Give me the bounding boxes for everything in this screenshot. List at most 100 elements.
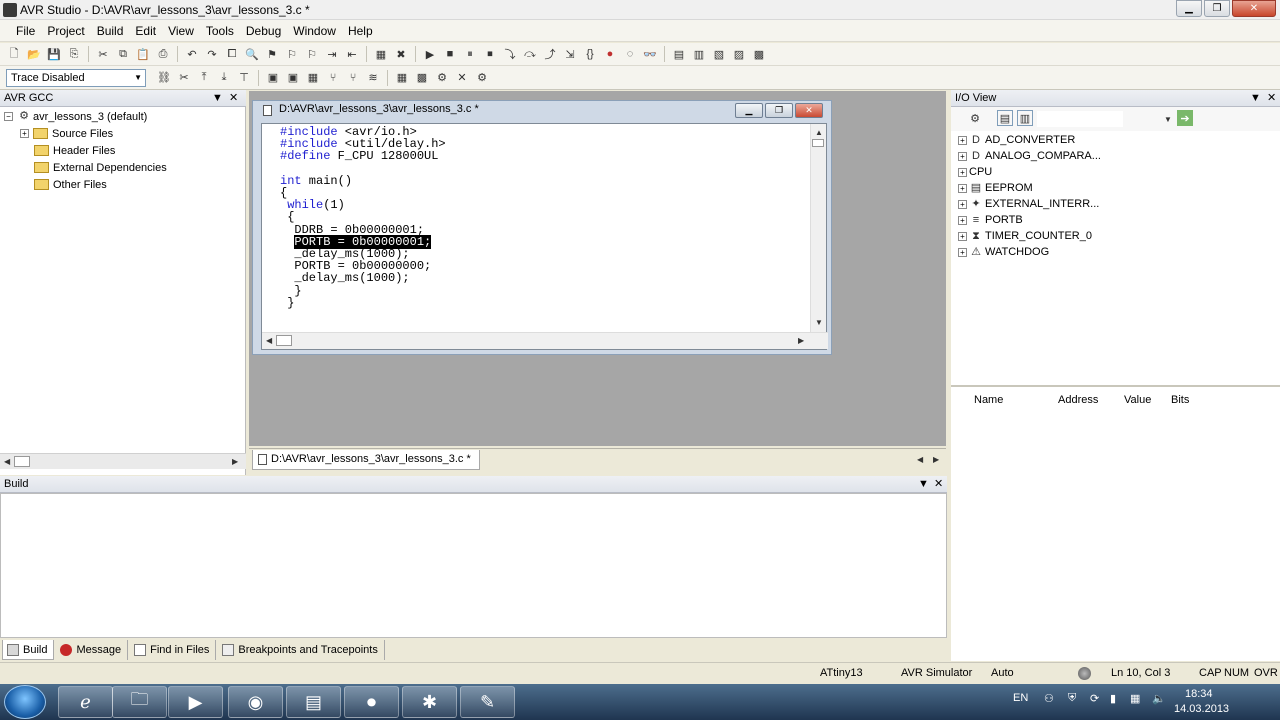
menu-file[interactable]: File (10, 24, 41, 38)
rebuild-icon[interactable]: ✖ (393, 46, 409, 62)
tab-build[interactable]: Build (2, 640, 55, 660)
chip3-icon[interactable]: ▦ (305, 70, 321, 86)
tree-item-external-dependencies[interactable]: External Dependencies (34, 159, 167, 176)
menu-edit[interactable]: Edit (129, 24, 162, 38)
col-value[interactable]: Value (1124, 387, 1151, 413)
new-file-icon[interactable]: 🗋 (6, 46, 22, 62)
io-item[interactable]: + ≡ PORTB (958, 212, 1023, 228)
chrome-taskbar-icon[interactable]: ◉ (228, 686, 283, 718)
connect-icon[interactable]: ⚙ (434, 70, 450, 86)
connection-icon[interactable]: ▦ (1130, 692, 1140, 705)
tree-view-icon[interactable]: ▤ (997, 110, 1013, 126)
expand-icon[interactable]: + (958, 183, 967, 193)
step-into-icon[interactable]: ⤵ (502, 46, 518, 62)
close-icon[interactable]: ✕ (229, 90, 238, 106)
collapse-icon[interactable]: − (4, 112, 13, 121)
paint-taskbar-icon[interactable]: ✎ (460, 686, 515, 718)
code-editor[interactable]: #include <avr/io.h> #include <util/delay.… (261, 123, 828, 350)
scroll-left-icon[interactable]: ◀ (4, 457, 10, 466)
tab-message[interactable]: Message (56, 640, 129, 660)
step-out-icon[interactable]: ⤴ (542, 46, 558, 62)
code-line[interactable]: } (280, 285, 446, 297)
expand-icon[interactable]: + (958, 135, 967, 145)
window-icon[interactable]: ⧠ (224, 46, 240, 62)
code-line[interactable]: #define F_CPU 128000UL (280, 150, 446, 162)
code-line[interactable]: int main() (280, 175, 446, 187)
trace-down-icon[interactable]: ⤓ (216, 70, 232, 86)
io-icon[interactable]: ▩ (751, 46, 767, 62)
breakpoint-icon[interactable]: ● (602, 46, 618, 62)
tab-scroll-right-icon[interactable]: ▶ (933, 455, 939, 464)
program2-icon[interactable]: ▩ (414, 70, 430, 86)
redo-icon[interactable]: ↷ (204, 46, 220, 62)
settings-icon[interactable]: ⚙ (474, 70, 490, 86)
trace-up-icon[interactable]: ⤒ (196, 70, 212, 86)
reset-icon[interactable]: ⏹ (482, 46, 498, 62)
chip-icon[interactable]: ▣ (265, 70, 281, 86)
scroll-left-icon[interactable]: ◀ (266, 336, 272, 345)
recorder-taskbar-icon[interactable]: ⏺ (344, 686, 399, 718)
menu-tools[interactable]: Tools (200, 24, 240, 38)
branch-icon[interactable]: ⑂ (325, 70, 341, 86)
expand-icon[interactable]: + (958, 247, 967, 257)
chip2-icon[interactable]: ▣ (285, 70, 301, 86)
io-item[interactable]: + ⚠ WATCHDOG (958, 244, 1049, 260)
undo-icon[interactable]: ↶ (184, 46, 200, 62)
memory-icon[interactable]: ▤ (671, 46, 687, 62)
run-to-cursor-icon[interactable]: ⇲ (562, 46, 578, 62)
bookmark-next-icon[interactable]: ⚐ (284, 46, 300, 62)
menu-debug[interactable]: Debug (240, 24, 287, 38)
project-hscroll[interactable]: ◀ ▶ (0, 453, 246, 469)
editor-hscroll[interactable]: ◀ ▶ (262, 332, 828, 349)
watch-icon[interactable]: ▧ (711, 46, 727, 62)
label-icon[interactable]: ≋ (365, 70, 381, 86)
print-icon[interactable]: ⎙ (155, 46, 171, 62)
tree-root[interactable]: − ⚙ avr_lessons_3 (default) (4, 108, 147, 125)
ie-taskbar-icon[interactable]: ℯ (58, 686, 113, 718)
scroll-right-icon[interactable]: ▶ (798, 336, 804, 345)
code-line[interactable]: DDRB = 0b00000001; (280, 224, 446, 236)
tab-breakpoints[interactable]: Breakpoints and Tracepoints (218, 640, 385, 660)
branch2-icon[interactable]: ⑂ (345, 70, 361, 86)
scroll-down-icon[interactable]: ▼ (815, 318, 823, 327)
save-icon[interactable]: 💾 (46, 46, 62, 62)
clear-breakpoints-icon[interactable]: ◌ (622, 46, 638, 62)
chevron-down-icon[interactable]: ▼ (212, 90, 223, 106)
media-taskbar-icon[interactable]: ▶ (168, 686, 223, 718)
tree-item-header-files[interactable]: Header Files (34, 142, 115, 159)
io-item[interactable]: + D ANALOG_COMPARA... (958, 148, 1101, 164)
tab-find-in-files[interactable]: Find in Files (130, 640, 217, 660)
expand-icon[interactable]: + (958, 199, 967, 209)
expand-icon[interactable]: + (958, 167, 967, 177)
clock-time[interactable]: 18:34 (1185, 688, 1213, 700)
code-line[interactable]: _delay_ms(1000); (280, 272, 446, 284)
bookmark-prev-icon[interactable]: ⚐ (304, 46, 320, 62)
menu-help[interactable]: Help (342, 24, 379, 38)
col-bits[interactable]: Bits (1171, 387, 1189, 413)
cut-icon[interactable]: ✂ (95, 46, 111, 62)
network-icon[interactable]: ⚇ (1044, 692, 1054, 705)
trace-icon[interactable]: ⛓ (156, 70, 172, 86)
open-folder-icon[interactable]: 📂 (26, 46, 42, 62)
tree-item-other-files[interactable]: Other Files (34, 176, 107, 193)
scroll-thumb[interactable] (14, 456, 30, 467)
tab-avr-lessons-3[interactable]: D:\AVR\avr_lessons_3\avr_lessons_3.c * (252, 450, 480, 470)
code-text[interactable]: #include <avr/io.h> #include <util/delay.… (280, 126, 446, 309)
clock-date[interactable]: 14.03.2013 (1174, 703, 1229, 715)
battery-icon[interactable]: ▮ (1110, 692, 1116, 705)
minimize-button[interactable]: ▁ (1176, 0, 1202, 17)
security-icon[interactable]: ⛨ (1068, 692, 1076, 705)
expand-icon[interactable]: + (958, 151, 967, 161)
paste-icon[interactable]: 📋 (135, 46, 151, 62)
outdent-icon[interactable]: ⇤ (344, 46, 360, 62)
io-item[interactable]: + ✦ EXTERNAL_INTERR... (958, 196, 1099, 212)
io-item[interactable]: + ▤ EEPROM (958, 180, 1033, 196)
menu-window[interactable]: Window (287, 24, 342, 38)
col-name[interactable]: Name (974, 387, 1003, 413)
bookmark-icon[interactable]: ⚑ (264, 46, 280, 62)
copy-icon[interactable]: ⧉ (115, 46, 131, 62)
sync-icon[interactable]: ⟳ (1090, 692, 1099, 705)
registers-icon[interactable]: ▥ (691, 46, 707, 62)
chevron-down-icon[interactable]: ▼ (918, 476, 929, 492)
go-icon[interactable]: ➔ (1177, 110, 1193, 126)
